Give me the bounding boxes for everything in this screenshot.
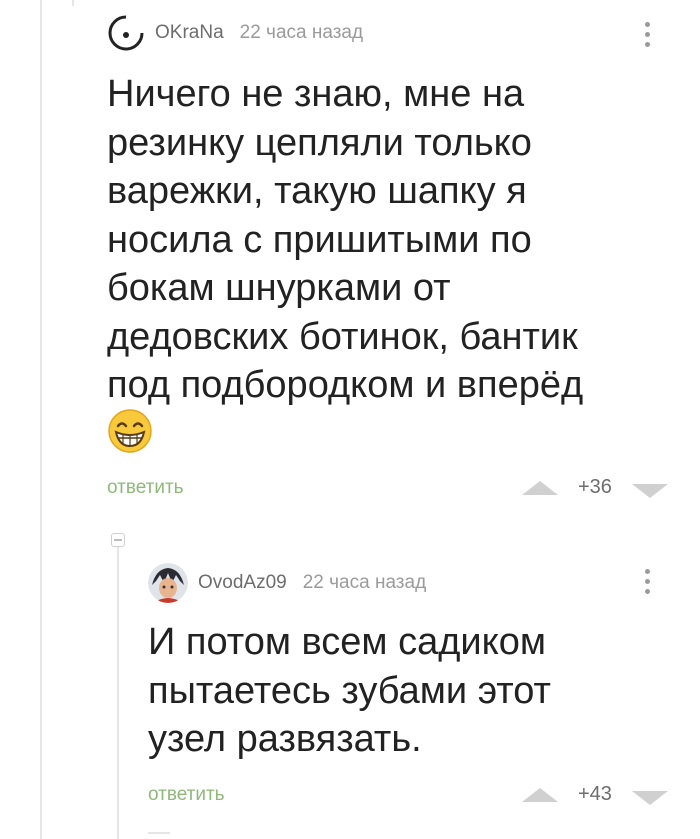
rating-count: +43 (578, 783, 612, 805)
more-options-icon[interactable] (644, 569, 650, 594)
username[interactable]: OvodAz09 (198, 572, 287, 594)
comment-text: И потом всем садиком пытаетесь зубами эт… (148, 621, 551, 760)
user-photo-avatar-icon[interactable] (148, 563, 188, 603)
comment-2: OvodAz09 22 часа назад И потом всем сади… (0, 0, 700, 839)
next-thread-edge (148, 832, 170, 834)
downvote-arrow-icon[interactable] (632, 791, 668, 805)
upvote-arrow-icon[interactable] (522, 788, 558, 802)
timestamp: 22 часа назад (302, 572, 427, 593)
comment-header: OvodAz09 22 часа назад (148, 563, 426, 603)
reply-link[interactable]: ответить (148, 784, 225, 806)
